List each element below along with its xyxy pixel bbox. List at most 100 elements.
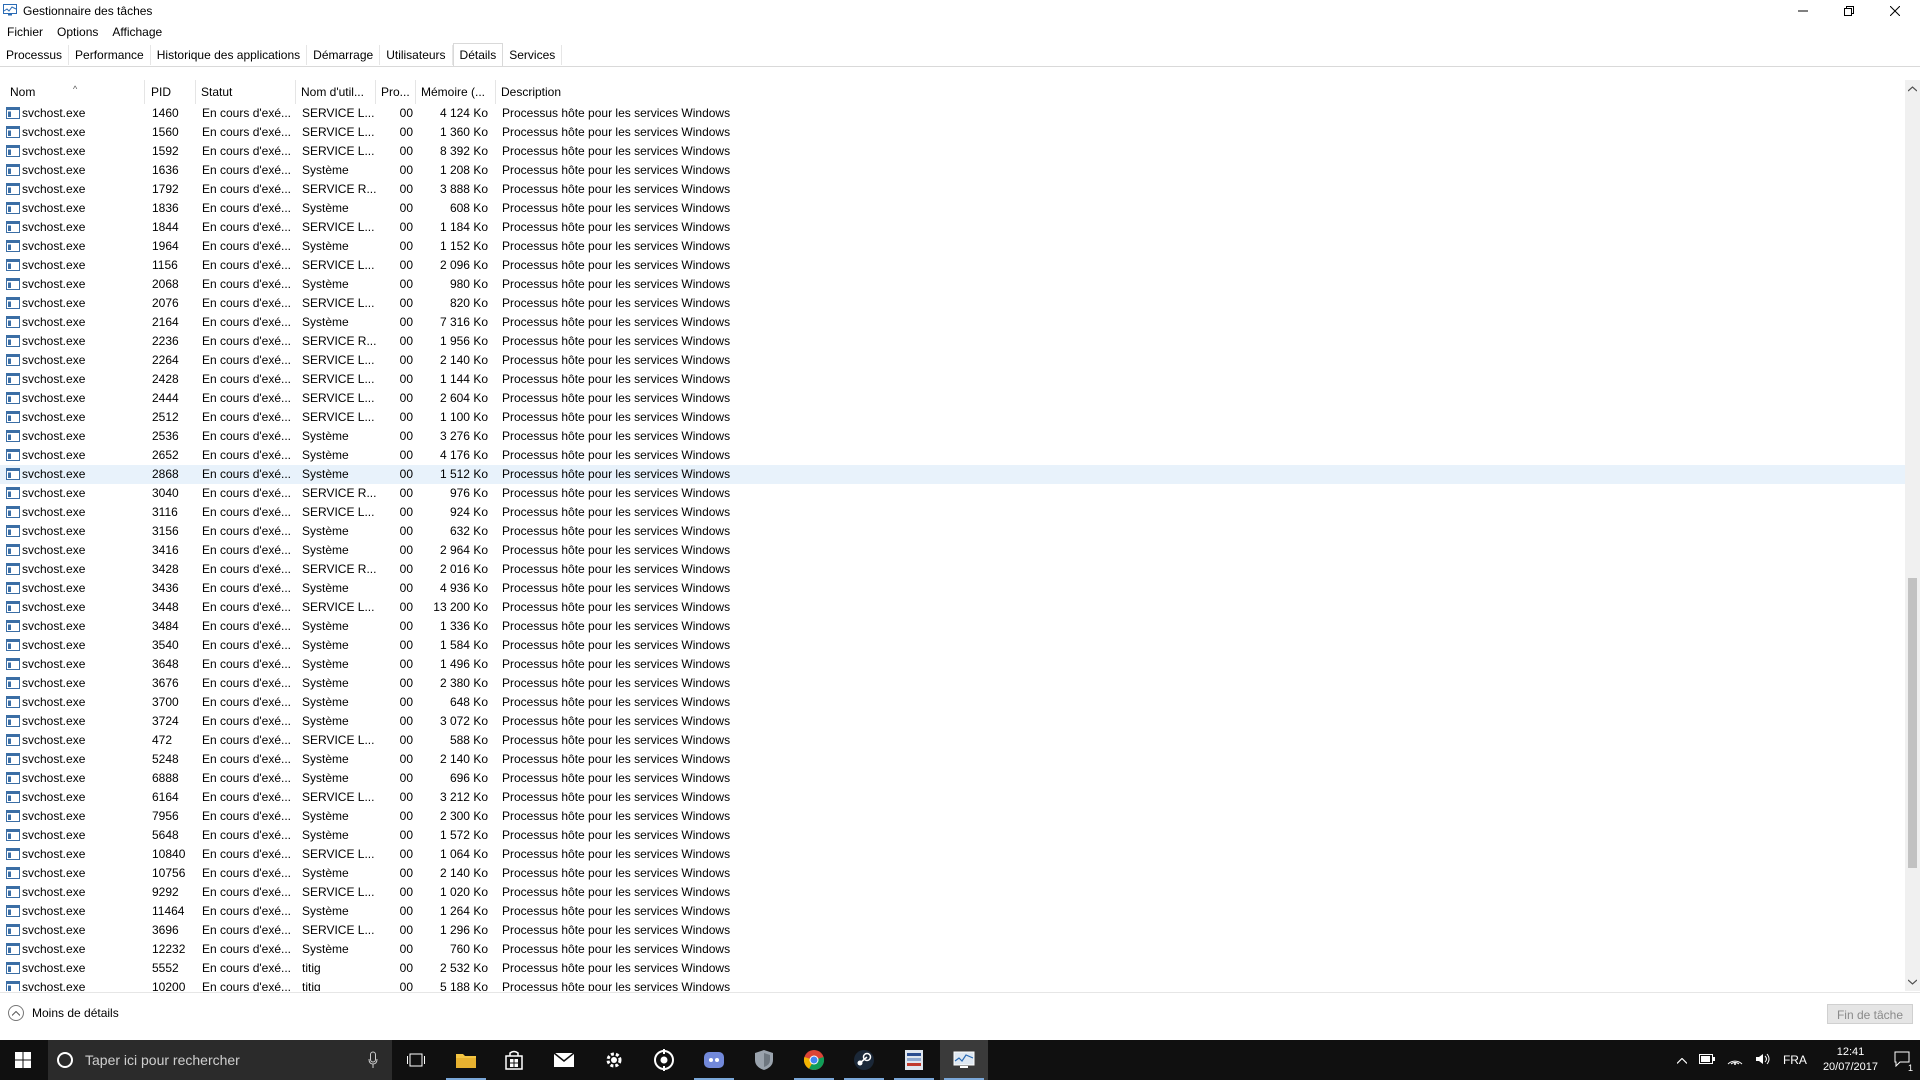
table-row[interactable]: svchost.exe 472 En cours d'exé... SERVICE L… xyxy=(0,731,1905,750)
table-row[interactable]: svchost.exe 3436 En cours d'exé... Système 0… xyxy=(0,579,1905,598)
column-header-pid[interactable]: PID xyxy=(146,80,196,104)
table-row[interactable]: svchost.exe 3700 En cours d'exé... Système 0… xyxy=(0,693,1905,712)
table-row[interactable]: svchost.exe 2512 En cours d'exé... SERVICE … xyxy=(0,408,1905,427)
file-explorer-icon[interactable] xyxy=(442,1040,490,1080)
table-row[interactable]: svchost.exe 1844 En cours d'exé... SERVICE … xyxy=(0,218,1905,237)
column-header-user[interactable]: Nom d'util... xyxy=(296,80,376,104)
language-indicator[interactable]: FRA xyxy=(1783,1053,1807,1067)
table-row[interactable]: svchost.exe 2868 En cours d'exé... Système 0… xyxy=(0,465,1905,484)
task-view-icon[interactable] xyxy=(392,1040,440,1080)
table-row[interactable]: svchost.exe 12232 En cours d'exé... Système… xyxy=(0,940,1905,959)
table-row[interactable]: svchost.exe 5648 En cours d'exé... Système 0… xyxy=(0,826,1905,845)
tab-demarrage[interactable]: Démarrage xyxy=(307,45,381,65)
column-header-memory[interactable]: Mémoire (... xyxy=(416,80,496,104)
column-header-cpu[interactable]: Pro... xyxy=(376,80,416,104)
table-row[interactable]: svchost.exe 3156 En cours d'exé... Système 0… xyxy=(0,522,1905,541)
table-row[interactable]: svchost.exe 11464 En cours d'exé... Système… xyxy=(0,902,1905,921)
process-status: En cours d'exé... xyxy=(202,524,292,538)
table-row[interactable]: svchost.exe 3416 En cours d'exé... Système 0… xyxy=(0,541,1905,560)
table-row[interactable]: svchost.exe 1460 En cours d'exé... SERVICE … xyxy=(0,104,1905,123)
start-button[interactable] xyxy=(0,1040,46,1080)
table-row[interactable]: svchost.exe 3040 En cours d'exé... SERVICE … xyxy=(0,484,1905,503)
menu-affichage[interactable]: Affichage xyxy=(105,25,169,39)
end-task-button[interactable]: Fin de tâche xyxy=(1827,1004,1913,1024)
scrollbar-thumb[interactable] xyxy=(1908,578,1917,868)
minimize-button[interactable] xyxy=(1780,0,1826,22)
tab-services[interactable]: Services xyxy=(503,45,563,65)
menu-options[interactable]: Options xyxy=(50,25,105,39)
clock[interactable]: 12:41 20/07/2017 xyxy=(1823,1045,1878,1075)
tab-processus[interactable]: Processus xyxy=(0,45,70,65)
table-row[interactable]: svchost.exe 2236 En cours d'exé... SERVICE … xyxy=(0,332,1905,351)
column-header-status[interactable]: Statut xyxy=(196,80,296,104)
table-row[interactable]: svchost.exe 2444 En cours d'exé... SERVICE … xyxy=(0,389,1905,408)
process-name: svchost.exe xyxy=(22,980,86,991)
battery-icon[interactable] xyxy=(1698,1053,1715,1067)
column-header-description[interactable]: Description xyxy=(496,80,896,104)
table-row[interactable]: svchost.exe 1964 En cours d'exé... Système 0… xyxy=(0,237,1905,256)
table-row[interactable]: svchost.exe 1560 En cours d'exé... SERVICE … xyxy=(0,123,1905,142)
process-cpu: 00 xyxy=(399,638,413,652)
restore-button[interactable] xyxy=(1826,0,1872,22)
scroll-down-icon[interactable] xyxy=(1905,975,1920,989)
chrome-icon[interactable] xyxy=(790,1040,838,1080)
mail-icon[interactable] xyxy=(540,1040,588,1080)
table-row[interactable]: svchost.exe 5248 En cours d'exé... Système 0… xyxy=(0,750,1905,769)
action-center-icon[interactable]: 1 xyxy=(1894,1051,1914,1073)
taskbar-search-box[interactable]: Taper ici pour rechercher xyxy=(48,1040,392,1080)
task-manager-taskbar-icon[interactable] xyxy=(940,1040,988,1080)
close-button[interactable] xyxy=(1872,0,1918,22)
network-icon[interactable] xyxy=(1727,1053,1743,1068)
less-details-button[interactable]: Moins de détails xyxy=(8,1005,119,1021)
table-row[interactable]: svchost.exe 6164 En cours d'exé... SERVICE … xyxy=(0,788,1905,807)
table-row[interactable]: svchost.exe 10200 En cours d'exé... titig 00… xyxy=(0,978,1905,991)
table-row[interactable]: svchost.exe 2076 En cours d'exé... SERVICE … xyxy=(0,294,1905,313)
tab-details[interactable]: Détails xyxy=(452,43,504,67)
chevron-up-icon[interactable] xyxy=(1676,1053,1688,1067)
table-row[interactable]: svchost.exe 10756 En cours d'exé... Système… xyxy=(0,864,1905,883)
microphone-icon[interactable] xyxy=(368,1051,378,1069)
table-row[interactable]: svchost.exe 10840 En cours d'exé... SERVICE… xyxy=(0,845,1905,864)
table-row[interactable]: svchost.exe 2428 En cours d'exé... SERVICE … xyxy=(0,370,1905,389)
table-row[interactable]: svchost.exe 1636 En cours d'exé... Système 0… xyxy=(0,161,1905,180)
steam-icon[interactable] xyxy=(840,1040,888,1080)
table-row[interactable]: svchost.exe 3676 En cours d'exé... Système 0… xyxy=(0,674,1905,693)
table-row[interactable]: svchost.exe 2068 En cours d'exé... Système 0… xyxy=(0,275,1905,294)
column-header-name[interactable]: Nom ^ xyxy=(5,80,145,104)
table-row[interactable]: svchost.exe 7956 En cours d'exé... Système 0… xyxy=(0,807,1905,826)
table-row[interactable]: svchost.exe 3448 En cours d'exé... SERVICE … xyxy=(0,598,1905,617)
table-row[interactable]: svchost.exe 2264 En cours d'exé... SERVICE … xyxy=(0,351,1905,370)
tab-performance[interactable]: Performance xyxy=(69,45,151,65)
table-row[interactable]: svchost.exe 3724 En cours d'exé... Système 0… xyxy=(0,712,1905,731)
table-row[interactable]: svchost.exe 2536 En cours d'exé... Système 0… xyxy=(0,427,1905,446)
table-row[interactable]: svchost.exe 5552 En cours d'exé... titig 00 2… xyxy=(0,959,1905,978)
table-row[interactable]: svchost.exe 3648 En cours d'exé... Système 0… xyxy=(0,655,1905,674)
process-window-icon xyxy=(6,430,20,442)
table-row[interactable]: svchost.exe 1792 En cours d'exé... SERVICE … xyxy=(0,180,1905,199)
table-row[interactable]: svchost.exe 3540 En cours d'exé... Système 0… xyxy=(0,636,1905,655)
scroll-up-icon[interactable] xyxy=(1905,82,1920,96)
table-row[interactable]: svchost.exe 2652 En cours d'exé... Système 0… xyxy=(0,446,1905,465)
shield-app-icon[interactable] xyxy=(740,1040,788,1080)
table-row[interactable]: svchost.exe 1592 En cours d'exé... SERVICE … xyxy=(0,142,1905,161)
table-row[interactable]: svchost.exe 6888 En cours d'exé... Système 0… xyxy=(0,769,1905,788)
table-row[interactable]: svchost.exe 3116 En cours d'exé... SERVICE … xyxy=(0,503,1905,522)
process-pid: 2652 xyxy=(152,448,179,462)
volume-icon[interactable] xyxy=(1755,1053,1771,1068)
vertical-scrollbar[interactable] xyxy=(1905,80,1920,991)
tab-utilisateurs[interactable]: Utilisateurs xyxy=(380,45,453,65)
menu-fichier[interactable]: Fichier xyxy=(0,25,50,39)
store-icon[interactable] xyxy=(490,1040,538,1080)
settings-icon[interactable] xyxy=(590,1040,638,1080)
table-row[interactable]: svchost.exe 3484 En cours d'exé... Système 0… xyxy=(0,617,1905,636)
tab-historique-applications[interactable]: Historique des applications xyxy=(151,45,308,65)
table-row[interactable]: svchost.exe 1836 En cours d'exé... Système 0… xyxy=(0,199,1905,218)
media-app-icon[interactable] xyxy=(890,1040,938,1080)
steam-client-icon[interactable] xyxy=(640,1040,688,1080)
table-row[interactable]: svchost.exe 3428 En cours d'exé... SERVICE … xyxy=(0,560,1905,579)
table-row[interactable]: svchost.exe 2164 En cours d'exé... Système 0… xyxy=(0,313,1905,332)
table-row[interactable]: svchost.exe 3696 En cours d'exé... SERVICE … xyxy=(0,921,1905,940)
table-row[interactable]: svchost.exe 1156 En cours d'exé... SERVICE … xyxy=(0,256,1905,275)
discord-icon[interactable] xyxy=(690,1040,738,1080)
table-row[interactable]: svchost.exe 9292 En cours d'exé... SERVICE … xyxy=(0,883,1905,902)
